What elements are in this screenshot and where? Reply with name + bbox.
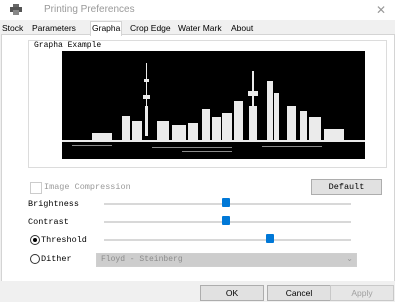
preview-image xyxy=(62,51,365,159)
image-compression-label: Image Compression xyxy=(44,182,131,192)
dither-radio[interactable] xyxy=(30,254,40,264)
chevron-down-icon: ⌄ xyxy=(346,254,353,263)
tab-stock[interactable]: Stock xyxy=(1,22,24,34)
tab-strip: Stock Parameters Grapha Crop Edge Water … xyxy=(0,21,395,36)
tab-grapha[interactable]: Grapha xyxy=(90,21,123,36)
ok-button[interactable]: OK xyxy=(200,285,264,301)
brightness-slider-thumb[interactable] xyxy=(222,198,230,207)
close-icon[interactable]: ✕ xyxy=(373,2,389,18)
printer-icon xyxy=(10,4,22,15)
contrast-slider-thumb[interactable] xyxy=(222,216,230,225)
tab-parameters[interactable]: Parameters xyxy=(31,22,77,34)
threshold-slider-track[interactable] xyxy=(104,239,351,241)
apply-button[interactable]: Apply xyxy=(330,285,394,301)
default-button[interactable]: Default xyxy=(311,179,382,195)
tab-water-mark[interactable]: Water Mark xyxy=(177,22,223,34)
cancel-button[interactable]: Cancel xyxy=(267,285,331,301)
title-bar: Printing Preferences ✕ xyxy=(0,0,395,20)
group-title: Grapha Example xyxy=(34,41,102,50)
threshold-slider-thumb[interactable] xyxy=(266,234,274,243)
dither-label: Dither xyxy=(41,254,72,264)
tab-crop-edge[interactable]: Crop Edge xyxy=(129,22,172,34)
contrast-label: Contrast xyxy=(28,217,69,227)
window-title: Printing Preferences xyxy=(44,4,135,15)
radio-selected-dot xyxy=(33,238,37,242)
city-skyline-silhouette xyxy=(62,51,365,159)
dither-algorithm-value: Floyd - Steinberg xyxy=(101,255,183,264)
image-compression-checkbox[interactable] xyxy=(30,182,42,194)
brightness-label: Brightness xyxy=(28,199,80,209)
threshold-label: Threshold xyxy=(41,235,87,245)
tab-about[interactable]: About xyxy=(230,22,254,34)
dither-algorithm-select[interactable]: Floyd - Steinberg ⌄ xyxy=(96,253,357,267)
threshold-radio[interactable] xyxy=(30,235,40,245)
